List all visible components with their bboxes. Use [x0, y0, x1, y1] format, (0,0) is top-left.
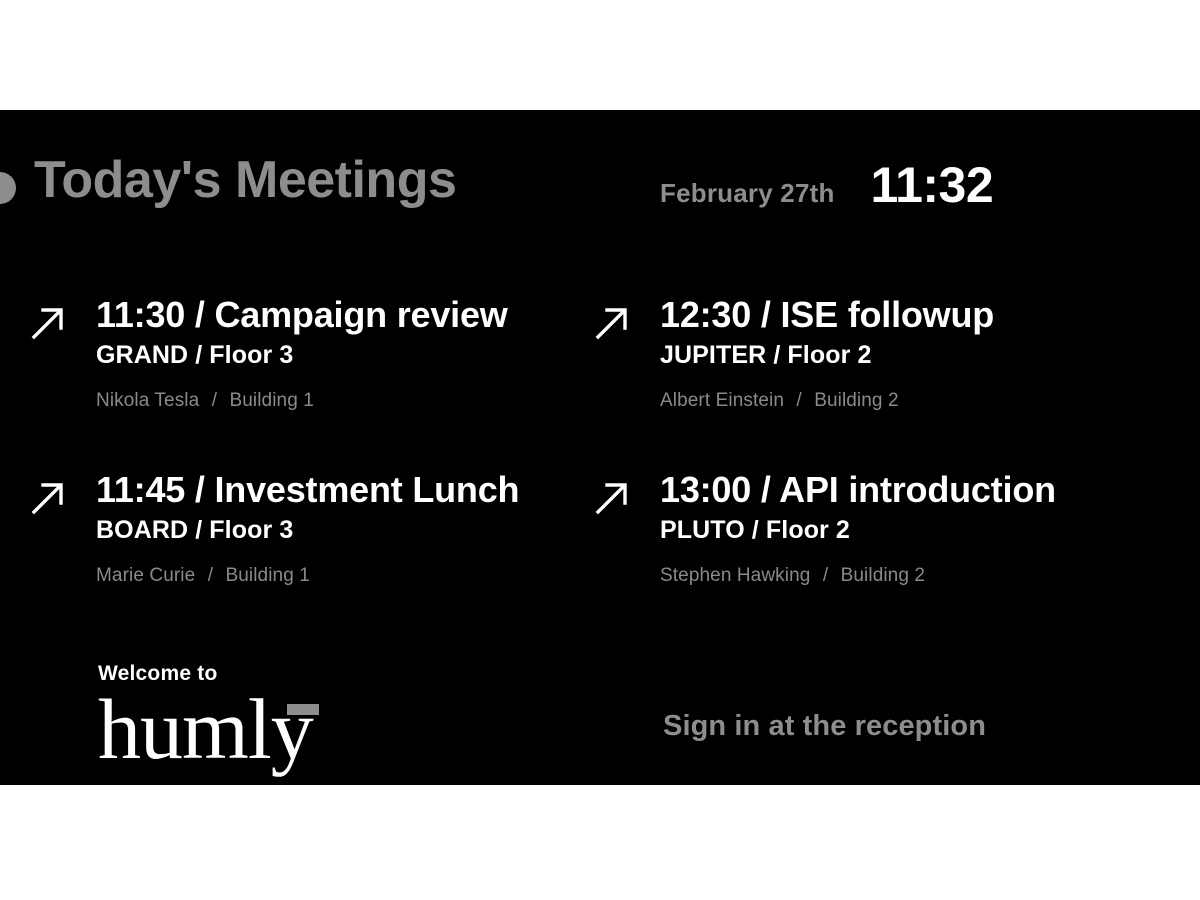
page-title: Today's Meetings — [34, 151, 457, 209]
meeting-details: 13:00 / API introduction PLUTO / Floor 2… — [660, 469, 1056, 587]
arrow-up-right-icon — [28, 478, 68, 518]
status-dot-icon — [0, 172, 16, 204]
meeting-organizer: Marie Curie — [96, 564, 196, 586]
meeting-meta-separator: / — [207, 564, 214, 586]
meeting-room: JUPITER / Floor 2 — [660, 341, 872, 370]
meeting-card[interactable]: 12:30 / ISE followup JUPITER / Floor 2 A… — [592, 294, 995, 412]
meeting-organizer: Albert Einstein — [660, 389, 785, 411]
meeting-card[interactable]: 13:00 / API introduction PLUTO / Floor 2… — [592, 469, 1056, 587]
meeting-details: 12:30 / ISE followup JUPITER / Floor 2 A… — [660, 294, 995, 412]
date-time-group: February 27th 11:32 — [660, 160, 1190, 210]
meeting-row: 11:45 / Investment Lunch BOARD / Floor 3… — [0, 469, 1200, 645]
meeting-organizer: Nikola Tesla — [96, 389, 200, 411]
meeting-title: 11:30 / Campaign review — [96, 294, 508, 335]
meeting-room: BOARD / Floor 3 — [96, 516, 294, 545]
trademark-dash-icon — [286, 704, 319, 715]
meeting-meta-separator: / — [211, 389, 218, 411]
arrow-up-right-icon — [592, 478, 632, 518]
meeting-meta: Albert Einstein / Building 2 — [660, 390, 994, 412]
meeting-organizer: Stephen Hawking — [660, 564, 811, 586]
meeting-room: GRAND / Floor 3 — [96, 341, 294, 370]
meeting-meta-separator: / — [796, 389, 802, 411]
meeting-card[interactable]: 11:30 / Campaign review GRAND / Floor 3 … — [28, 294, 508, 412]
humly-logo: humly — [98, 681, 319, 777]
meeting-meta: Nikola Tesla / Building 1 — [96, 390, 508, 412]
meeting-title: 11:45 / Investment Lunch — [96, 469, 520, 510]
meeting-building: Building 2 — [840, 564, 926, 586]
meeting-meta-separator: / — [822, 564, 829, 586]
meeting-building: Building 1 — [225, 564, 310, 586]
meeting-card[interactable]: 11:45 / Investment Lunch BOARD / Floor 3… — [28, 469, 520, 587]
meeting-room: PLUTO / Floor 2 — [660, 516, 850, 545]
meeting-details: 11:30 / Campaign review GRAND / Floor 3 … — [96, 294, 508, 412]
meeting-title: 12:30 / ISE followup — [660, 294, 995, 335]
meeting-meta: Stephen Hawking / Building 2 — [660, 565, 1056, 587]
meeting-details: 11:45 / Investment Lunch BOARD / Floor 3… — [96, 469, 520, 587]
reception-note: Sign in at the reception — [663, 710, 987, 742]
meeting-row: 11:30 / Campaign review GRAND / Floor 3 … — [0, 294, 1200, 470]
brand-block: Welcome to humly — [98, 662, 319, 777]
meeting-building: Building 1 — [229, 389, 314, 411]
arrow-up-right-icon — [592, 303, 632, 343]
meeting-title: 13:00 / API introduction — [660, 469, 1056, 510]
arrow-up-right-icon — [28, 303, 68, 343]
meeting-meta: Marie Curie / Building 1 — [96, 565, 519, 587]
meeting-building: Building 2 — [814, 389, 899, 411]
board-header: Today's Meetings February 27th 11:32 — [0, 150, 1200, 240]
current-date: February 27th — [660, 178, 835, 208]
meetings-grid: 11:30 / Campaign review GRAND / Floor 3 … — [0, 294, 1200, 645]
logo-wordmark: humly — [98, 681, 314, 777]
meeting-board: Today's Meetings February 27th 11:32 11:… — [0, 110, 1200, 785]
current-time: 11:32 — [870, 157, 994, 213]
signage-screen: Today's Meetings February 27th 11:32 11:… — [0, 0, 1200, 900]
board-footer: Welcome to humly Sign in at the receptio… — [0, 650, 1200, 785]
